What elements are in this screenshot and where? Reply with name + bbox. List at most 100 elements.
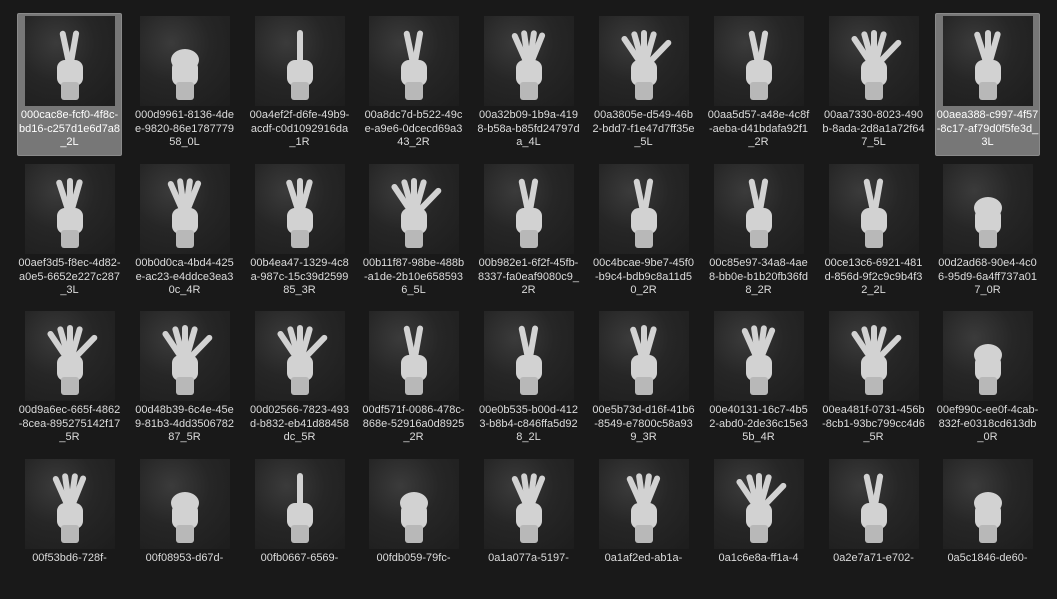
image-thumbnail	[255, 16, 345, 106]
file-item[interactable]: 00a8dc7d-b522-49ce-a9e6-0dcecd69a343_2R	[361, 13, 466, 156]
file-item[interactable]: 000d9961-8136-4dee-9820-86e178777958_0L	[132, 13, 237, 156]
file-item[interactable]: 00a32b09-1b9a-4198-b58a-b85fd24797da_4L	[476, 13, 581, 156]
file-item[interactable]: 00a4ef2f-d6fe-49b9-acdf-c0d1092916da_1R	[247, 13, 352, 156]
file-item[interactable]: 00e40131-16c7-4b52-abd0-2de36c15e35b_4R	[706, 308, 811, 451]
file-name-label: 00ea481f-0731-456b-8cb1-93bc799cc4d6_5R	[822, 404, 925, 443]
file-name-label: 00fdb059-79fc-	[376, 552, 451, 564]
file-item[interactable]: 00aef3d5-f8ec-4d82-a0e5-6652e227c287_3L	[17, 161, 122, 304]
file-item[interactable]: 000cac8e-fcf0-4f8c-bd16-c257d1e6d7a8_2L	[17, 13, 122, 156]
file-name-label: 00df571f-0086-478c-868e-52916a0d8925_2R	[362, 404, 465, 443]
file-name-label: 000d9961-8136-4dee-9820-86e178777958_0L	[134, 109, 235, 148]
hand-gesture-icon	[974, 197, 1002, 248]
hand-gesture-icon	[56, 178, 83, 248]
file-item[interactable]: 0a5c1846-de60-	[935, 456, 1040, 599]
file-item[interactable]: 00b11f87-98be-488b-a1de-2b10e6585936_5L	[361, 161, 466, 304]
image-thumbnail	[599, 16, 689, 106]
file-name-label: 00aa5d57-a48e-4c8f-aeba-d41bdafa92f1_2R	[707, 109, 810, 148]
image-thumbnail	[140, 459, 230, 549]
hand-gesture-icon	[171, 49, 199, 100]
file-item[interactable]: 00c4bcae-9be7-45f0-b9c4-bdb9c8a11d50_2R	[591, 161, 696, 304]
file-name-label: 00a3805e-d549-46b2-bdd7-f1e47d7ff35e_5L	[592, 109, 695, 148]
file-item[interactable]: 00fdb059-79fc-	[361, 456, 466, 599]
file-item[interactable]: 0a1c6e8a-ff1a-4	[706, 456, 811, 599]
file-name-label: 00f08953-d67d-	[145, 552, 224, 564]
file-name-label: 00a32b09-1b9a-4198-b58a-b85fd24797da_4L	[477, 109, 580, 148]
file-item[interactable]: 00e0b535-b00d-4123-b8b4-c846ffa5d928_2L	[476, 308, 581, 451]
file-item[interactable]: 00aa5d57-a48e-4c8f-aeba-d41bdafa92f1_2R	[706, 13, 811, 156]
file-item[interactable]: 00ce13c6-6921-481d-856d-9f2c9c9b4f32_2L	[821, 161, 926, 304]
hand-gesture-icon	[171, 492, 199, 543]
file-item[interactable]: 00a3805e-d549-46b2-bdd7-f1e47d7ff35e_5L	[591, 13, 696, 156]
file-name-label: 00b11f87-98be-488b-a1de-2b10e6585936_5L	[362, 257, 465, 296]
file-item[interactable]: 00ea481f-0731-456b-8cb1-93bc799cc4d6_5R	[821, 308, 926, 451]
file-name-label: 00e5b73d-d16f-41b6-8549-e7800c58a939_3R	[592, 404, 695, 443]
image-thumbnail	[943, 16, 1033, 106]
file-name-label: 00a8dc7d-b522-49ce-a9e6-0dcecd69a343_2R	[364, 109, 463, 148]
image-thumbnail	[829, 164, 919, 254]
hand-gesture-icon	[167, 178, 202, 248]
image-thumbnail	[140, 311, 230, 401]
hand-gesture-icon	[851, 30, 902, 100]
file-name-label: 00d02566-7823-493d-b832-eb41d88458dc_5R	[249, 404, 350, 443]
file-name-label: 00e0b535-b00d-4123-b8b4-c846ffa5d928_2L	[478, 404, 579, 443]
file-item[interactable]: 00df571f-0086-478c-868e-52916a0d8925_2R	[361, 308, 466, 451]
file-item[interactable]: 00aea388-c997-4f57-8c17-af79d0f5fe3d_3L	[935, 13, 1040, 156]
hand-gesture-icon	[52, 473, 87, 543]
file-item[interactable]: 00b4ea47-1329-4c8a-987c-15c39d259985_3R	[247, 161, 352, 304]
image-thumbnail	[829, 16, 919, 106]
file-item[interactable]: 00aa7330-8023-490b-8ada-2d8a1a72f647_5L	[821, 13, 926, 156]
image-thumbnail	[943, 164, 1033, 254]
file-name-label: 00b0d0ca-4bd4-425e-ac23-e4ddce3ea30c_4R	[135, 257, 234, 296]
file-item[interactable]: 00d48b39-6c4e-45e9-81b3-4dd350678287_5R	[132, 308, 237, 451]
hand-gesture-icon	[861, 178, 887, 248]
file-name-label: 00fb0667-6569-	[260, 552, 339, 564]
hand-gesture-icon	[401, 30, 427, 100]
image-thumbnail	[599, 459, 689, 549]
image-thumbnail	[484, 311, 574, 401]
file-item[interactable]: 0a2e7a71-e702-	[821, 456, 926, 599]
file-name-label: 00ef990c-ee0f-4cab-832f-e0318cd613db_0R	[936, 404, 1039, 443]
hand-gesture-icon	[626, 473, 661, 543]
image-thumbnail	[829, 311, 919, 401]
file-item[interactable]: 00b982e1-6f2f-45fb-8337-fa0eaf9080c9_2R	[476, 161, 581, 304]
image-thumbnail	[140, 16, 230, 106]
hand-gesture-icon	[746, 178, 772, 248]
hand-gesture-icon	[630, 325, 657, 395]
file-name-label: 0a1c6e8a-ff1a-4	[718, 552, 799, 564]
file-item[interactable]: 00d9a6ec-665f-4862-8cea-895275142f17_5R	[17, 308, 122, 451]
file-item[interactable]: 0a1a077a-5197-	[476, 456, 581, 599]
hand-gesture-icon	[47, 325, 98, 395]
hand-gesture-icon	[286, 178, 313, 248]
file-item[interactable]: 0a1af2ed-ab1a-	[591, 456, 696, 599]
file-name-label: 00c85e97-34a8-4ae8-bb0e-b1b20fb36fd8_2R	[708, 257, 809, 296]
hand-gesture-icon	[736, 473, 787, 543]
image-thumbnail	[255, 311, 345, 401]
image-thumbnail	[829, 459, 919, 549]
file-item[interactable]: 00f08953-d67d-	[132, 456, 237, 599]
file-name-label: 0a1a077a-5197-	[488, 552, 569, 564]
file-item[interactable]: 00c85e97-34a8-4ae8-bb0e-b1b20fb36fd8_2R	[706, 161, 811, 304]
hand-gesture-icon	[861, 473, 887, 543]
file-name-label: 00a4ef2f-d6fe-49b9-acdf-c0d1092916da_1R	[249, 109, 350, 148]
file-item[interactable]: 00d02566-7823-493d-b832-eb41d88458dc_5R	[247, 308, 352, 451]
image-thumbnail	[369, 16, 459, 106]
file-item[interactable]: 00b0d0ca-4bd4-425e-ac23-e4ddce3ea30c_4R	[132, 161, 237, 304]
file-name-label: 00aa7330-8023-490b-8ada-2d8a1a72f647_5L	[822, 109, 925, 148]
file-name-label: 00b4ea47-1329-4c8a-987c-15c39d259985_3R	[250, 257, 349, 296]
hand-gesture-icon	[746, 30, 772, 100]
file-item[interactable]: 00d2ad68-90e4-4c06-95d9-6a4ff737a017_0R	[935, 161, 1040, 304]
file-item[interactable]: 00ef990c-ee0f-4cab-832f-e0318cd613db_0R	[935, 308, 1040, 451]
image-thumbnail	[25, 311, 115, 401]
hand-gesture-icon	[974, 492, 1002, 543]
image-thumbnail	[943, 311, 1033, 401]
file-item[interactable]: 00e5b73d-d16f-41b6-8549-e7800c58a939_3R	[591, 308, 696, 451]
hand-gesture-icon	[516, 178, 542, 248]
image-thumbnail	[714, 459, 804, 549]
hand-gesture-icon	[277, 325, 328, 395]
file-item[interactable]: 00fb0667-6569-	[247, 456, 352, 599]
file-name-label: 00d48b39-6c4e-45e9-81b3-4dd350678287_5R	[134, 404, 235, 443]
file-name-label: 00b982e1-6f2f-45fb-8337-fa0eaf9080c9_2R	[478, 257, 579, 296]
image-thumbnail	[714, 311, 804, 401]
file-item[interactable]: 00f53bd6-728f-	[17, 456, 122, 599]
file-name-label: 00aef3d5-f8ec-4d82-a0e5-6652e227c287_3L	[18, 257, 121, 296]
